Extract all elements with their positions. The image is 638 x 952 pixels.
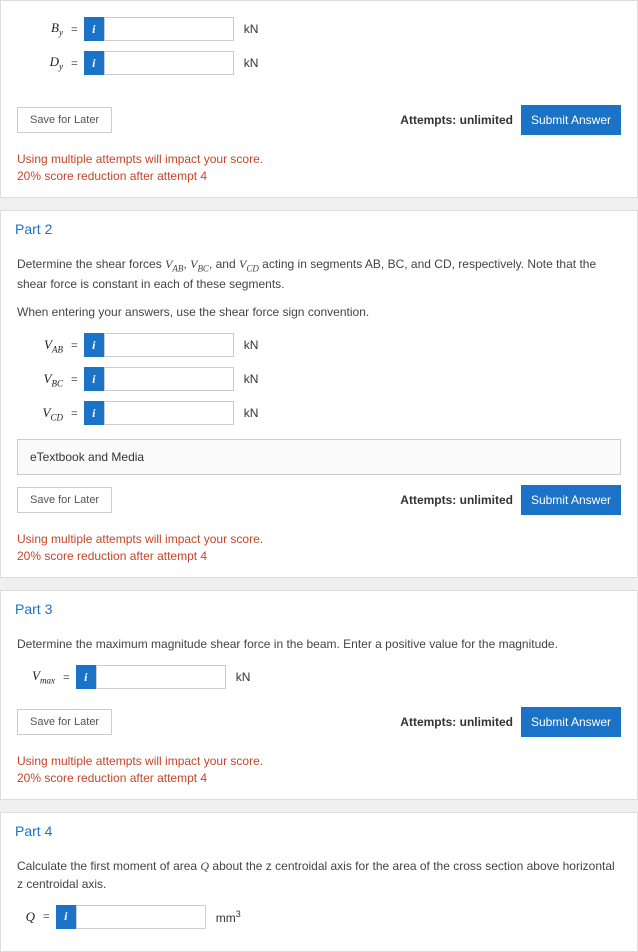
- warning-line: Using multiple attempts will impact your…: [17, 151, 621, 168]
- warning-text: Using multiple attempts will impact your…: [1, 147, 637, 197]
- info-icon[interactable]: i: [84, 17, 104, 41]
- equals-sign: =: [65, 338, 84, 353]
- input-row-Dy: Dy = i kN: [17, 51, 621, 75]
- unit-label: kN: [234, 372, 259, 386]
- answer-input-By[interactable]: [104, 17, 234, 41]
- submit-answer-button[interactable]: Submit Answer: [521, 485, 621, 515]
- equals-sign: =: [65, 22, 84, 37]
- attempts-label: Attempts: unlimited: [400, 715, 513, 729]
- warning-line: 20% score reduction after attempt 4: [17, 548, 621, 565]
- sub-prompt: When entering your answers, use the shea…: [17, 305, 621, 319]
- var-label: Dy: [17, 54, 65, 72]
- answer-input-VCD[interactable]: [104, 401, 234, 425]
- unit-label: kN: [234, 56, 259, 70]
- prompt-text: Determine the maximum magnitude shear fo…: [17, 635, 621, 653]
- save-for-later-button[interactable]: Save for Later: [17, 487, 112, 513]
- input-row-VAB: VAB = i kN: [17, 333, 621, 357]
- equals-sign: =: [65, 56, 84, 71]
- equals-sign: =: [57, 670, 76, 685]
- attempts-label: Attempts: unlimited: [400, 113, 513, 127]
- unit-label: kN: [234, 406, 259, 420]
- submit-answer-button[interactable]: Submit Answer: [521, 105, 621, 135]
- save-for-later-button[interactable]: Save for Later: [17, 107, 112, 133]
- var-label: VAB: [17, 337, 65, 355]
- warning-line: 20% score reduction after attempt 4: [17, 770, 621, 787]
- answer-input-Vmax[interactable]: [96, 665, 226, 689]
- answer-input-Q[interactable]: [76, 905, 206, 929]
- part-title: Part 4: [1, 813, 637, 845]
- part-title: Part 3: [1, 591, 637, 623]
- var-label: Q: [17, 909, 37, 925]
- input-row-VCD: VCD = i kN: [17, 401, 621, 425]
- part-4-card: Part 4 Calculate the first moment of are…: [0, 812, 638, 952]
- answer-input-VAB[interactable]: [104, 333, 234, 357]
- prompt-text: Calculate the first moment of area Q abo…: [17, 857, 621, 893]
- warning-text: Using multiple attempts will impact your…: [1, 749, 637, 799]
- info-icon[interactable]: i: [76, 665, 96, 689]
- attempts-label: Attempts: unlimited: [400, 493, 513, 507]
- unit-label: kN: [226, 670, 251, 684]
- part-title: Part 2: [1, 211, 637, 243]
- info-icon[interactable]: i: [56, 905, 76, 929]
- footer-row: Save for Later Attempts: unlimited Submi…: [17, 707, 621, 737]
- unit-label: mm3: [206, 909, 241, 925]
- part-1-card: By = i kN Dy = i kN Save for Later Attem…: [0, 0, 638, 198]
- var-label: VCD: [17, 405, 65, 423]
- etextbook-media-button[interactable]: eTextbook and Media: [17, 439, 621, 475]
- var-label: VBC: [17, 371, 65, 389]
- submit-answer-button[interactable]: Submit Answer: [521, 707, 621, 737]
- info-icon[interactable]: i: [84, 51, 104, 75]
- warning-line: Using multiple attempts will impact your…: [17, 753, 621, 770]
- equals-sign: =: [65, 406, 84, 421]
- equals-sign: =: [65, 372, 84, 387]
- footer-row: Save for Later Attempts: unlimited Submi…: [17, 105, 621, 135]
- save-for-later-button[interactable]: Save for Later: [17, 709, 112, 735]
- info-icon[interactable]: i: [84, 333, 104, 357]
- var-label: By: [17, 20, 65, 38]
- warning-line: 20% score reduction after attempt 4: [17, 168, 621, 185]
- input-row-By: By = i kN: [17, 17, 621, 41]
- warning-line: Using multiple attempts will impact your…: [17, 531, 621, 548]
- part-3-card: Part 3 Determine the maximum magnitude s…: [0, 590, 638, 800]
- info-icon[interactable]: i: [84, 367, 104, 391]
- answer-input-Dy[interactable]: [104, 51, 234, 75]
- part-2-card: Part 2 Determine the shear forces VAB, V…: [0, 210, 638, 578]
- input-row-Q: Q = i mm3: [17, 905, 621, 929]
- var-label: Vmax: [17, 668, 57, 686]
- input-row-Vmax: Vmax = i kN: [17, 665, 621, 689]
- prompt-text: Determine the shear forces VAB, VBC, and…: [17, 255, 621, 294]
- unit-label: kN: [234, 338, 259, 352]
- info-icon[interactable]: i: [84, 401, 104, 425]
- input-row-VBC: VBC = i kN: [17, 367, 621, 391]
- footer-row: Save for Later Attempts: unlimited Submi…: [17, 485, 621, 515]
- equals-sign: =: [37, 909, 56, 924]
- unit-label: kN: [234, 22, 259, 36]
- warning-text: Using multiple attempts will impact your…: [1, 527, 637, 577]
- answer-input-VBC[interactable]: [104, 367, 234, 391]
